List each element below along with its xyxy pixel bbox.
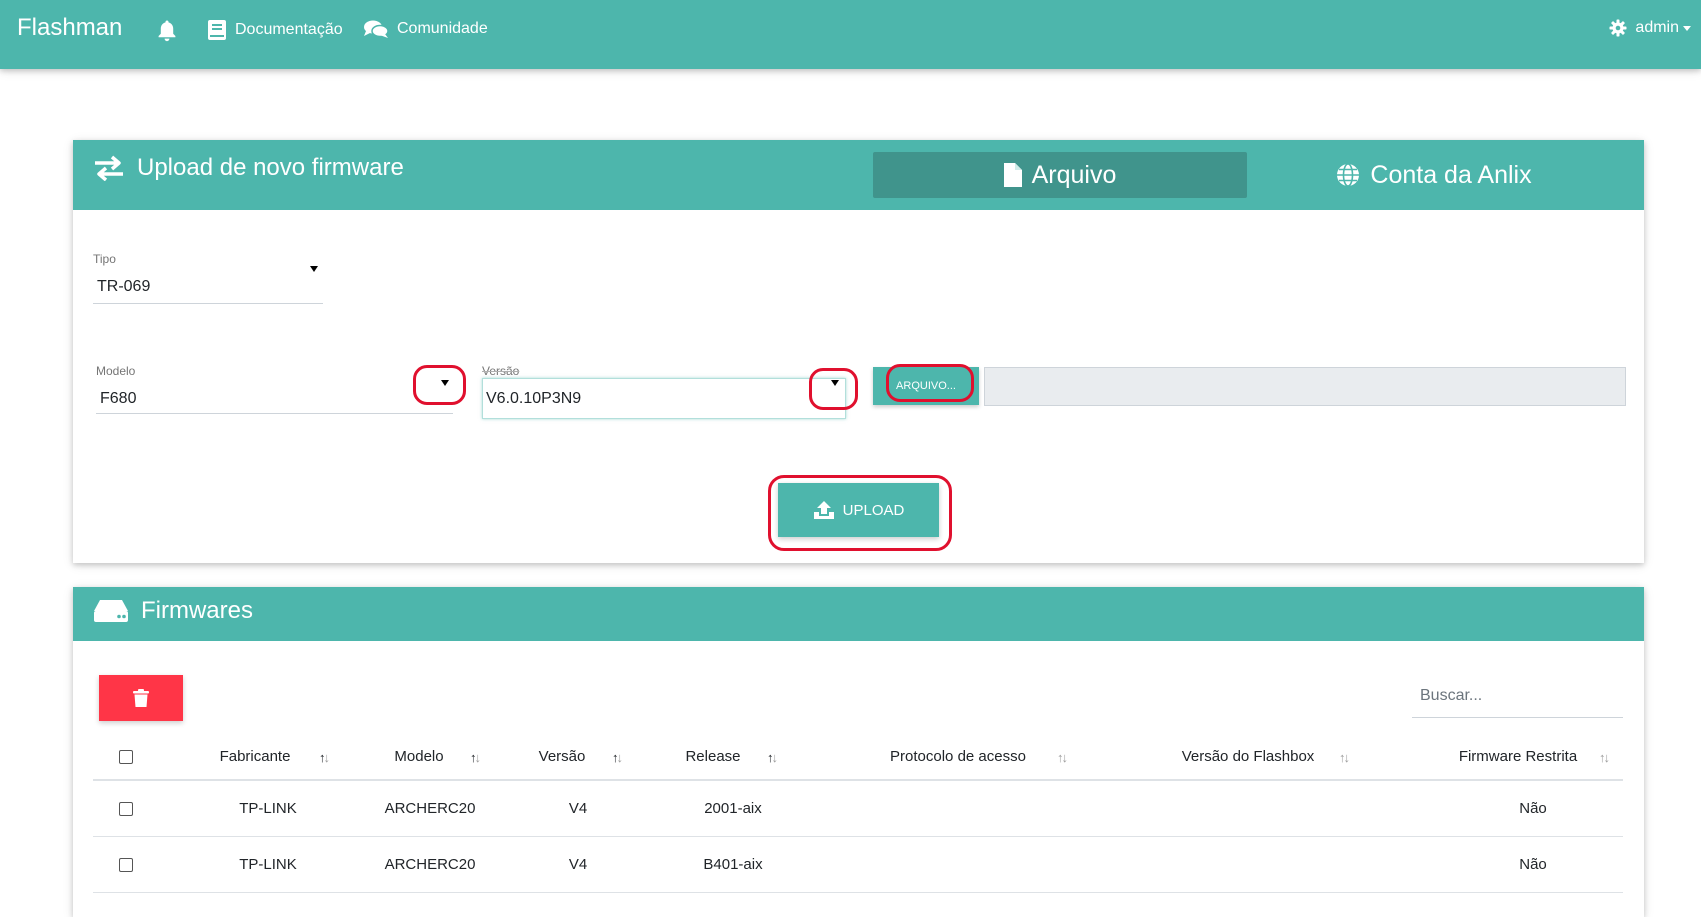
cell-release: 2001-aix [704, 800, 762, 817]
tab-arquivo-label: Arquivo [1031, 160, 1117, 189]
upload-card-title: Upload de novo firmware [93, 154, 404, 182]
sort-fabricante-icon[interactable]: ↑↓ [319, 750, 330, 765]
file-path-field[interactable] [984, 367, 1626, 406]
sort-versao-icon[interactable]: ↑↓ [612, 750, 623, 765]
column-header-protocolo[interactable]: Protocolo de acesso [843, 748, 1073, 765]
file-icon [1003, 163, 1022, 187]
cell-fabricante: TP-LINK [239, 800, 297, 817]
admin-label: admin [1635, 19, 1679, 36]
nav-comunidade-label: Comunidade [397, 20, 488, 37]
comments-icon [364, 20, 389, 38]
hdd-icon [94, 600, 128, 622]
tipo-value: TR-069 [97, 278, 151, 295]
firmwares-card-title-text: Firmwares [141, 597, 253, 624]
nav-documentacao[interactable]: Documentação [207, 19, 343, 41]
table-header: Fabricante ↑↓ Modelo ↑↓ Versão ↑↓ Releas… [93, 734, 1623, 781]
firmwares-card-title: Firmwares [93, 597, 253, 625]
upload-button-label: UPLOAD [842, 501, 905, 519]
column-header-release[interactable]: Release [663, 748, 763, 765]
modelo-select[interactable]: Modelo F680 [96, 364, 453, 414]
modelo-label: Modelo [96, 364, 136, 378]
cell-restrita: Não [1519, 856, 1547, 873]
bell-icon[interactable] [157, 20, 177, 42]
column-header-restrita[interactable]: Firmware Restrita [1423, 748, 1613, 765]
tab-conta-anlix-label: Conta da Anlix [1370, 160, 1532, 189]
cell-versao: V4 [568, 856, 588, 873]
delete-button[interactable] [99, 675, 183, 721]
sort-protocolo-icon[interactable]: ↑↓ [1057, 750, 1068, 765]
modelo-value: F680 [100, 390, 137, 407]
cell-versao: V4 [568, 800, 588, 817]
firmwares-card-header: Firmwares [73, 587, 1644, 641]
cell-modelo: ARCHERC20 [384, 856, 476, 873]
upload-icon [813, 501, 834, 519]
versao-select[interactable]: Versão V6.0.10P3N9 [482, 364, 846, 419]
upload-card-header: Upload de novo firmware Arquivo Conta da… [73, 140, 1644, 210]
modelo-dropdown-arrow-icon[interactable] [441, 380, 449, 386]
tipo-label: Tipo [93, 252, 116, 266]
brand-logo[interactable]: Flashman [17, 14, 122, 42]
column-header-flashbox[interactable]: Versão do Flashbox [1133, 748, 1363, 765]
versao-label: Versão [482, 364, 520, 378]
sort-modelo-icon[interactable]: ↑↓ [470, 750, 481, 765]
sort-restrita-icon[interactable]: ↑↓ [1599, 750, 1610, 765]
cell-modelo: ARCHERC20 [384, 800, 476, 817]
book-icon [208, 20, 226, 40]
table-row[interactable]: TP-LINK ARCHERC20 V4 B401-aix Não [93, 837, 1623, 893]
versao-value: V6.0.10P3N9 [486, 390, 582, 407]
arquivo-button[interactable]: ARQUIVO... [873, 367, 979, 405]
exchange-arrows-icon [95, 155, 123, 181]
tipo-dropdown-arrow-icon[interactable] [310, 266, 318, 272]
column-header-modelo[interactable]: Modelo [369, 748, 469, 765]
search-box [1412, 677, 1625, 718]
select-all-checkbox[interactable] [119, 750, 133, 764]
top-navbar: Flashman Documentação Comunidade admin [0, 0, 1701, 69]
row-checkbox[interactable] [119, 802, 133, 816]
upload-button[interactable]: UPLOAD [778, 483, 939, 537]
tipo-select[interactable]: Tipo TR-069 [93, 252, 323, 304]
cell-fabricante: TP-LINK [239, 856, 297, 873]
globe-icon [1337, 163, 1360, 187]
admin-menu[interactable]: admin [1609, 19, 1691, 37]
upload-card-title-text: Upload de novo firmware [137, 154, 404, 181]
table-row[interactable]: TP-LINK ARCHERC20 V4 2001-aix Não [93, 781, 1623, 837]
chevron-down-icon [1683, 25, 1691, 31]
firmwares-card: Firmwares Fabricante ↑↓ Modelo ↑↓ Versão… [73, 587, 1644, 917]
upload-firmware-card: Upload de novo firmware Arquivo Conta da… [73, 140, 1644, 563]
row-checkbox[interactable] [119, 858, 133, 872]
search-input[interactable] [1412, 681, 1625, 711]
versao-dropdown-arrow-icon[interactable] [831, 380, 839, 386]
column-header-fabricante[interactable]: Fabricante [200, 748, 310, 765]
trash-icon [133, 689, 149, 707]
tab-arquivo[interactable]: Arquivo [873, 152, 1247, 198]
sort-flashbox-icon[interactable]: ↑↓ [1339, 750, 1350, 765]
cell-restrita: Não [1519, 800, 1547, 817]
nav-comunidade[interactable]: Comunidade [363, 19, 488, 39]
nav-documentacao-label: Documentação [235, 21, 343, 38]
column-header-versao[interactable]: Versão [517, 748, 607, 765]
sort-release-icon[interactable]: ↑↓ [767, 750, 778, 765]
tab-conta-anlix[interactable]: Conta da Anlix [1247, 152, 1621, 198]
cell-release: B401-aix [703, 856, 763, 873]
gear-icon [1609, 19, 1627, 37]
